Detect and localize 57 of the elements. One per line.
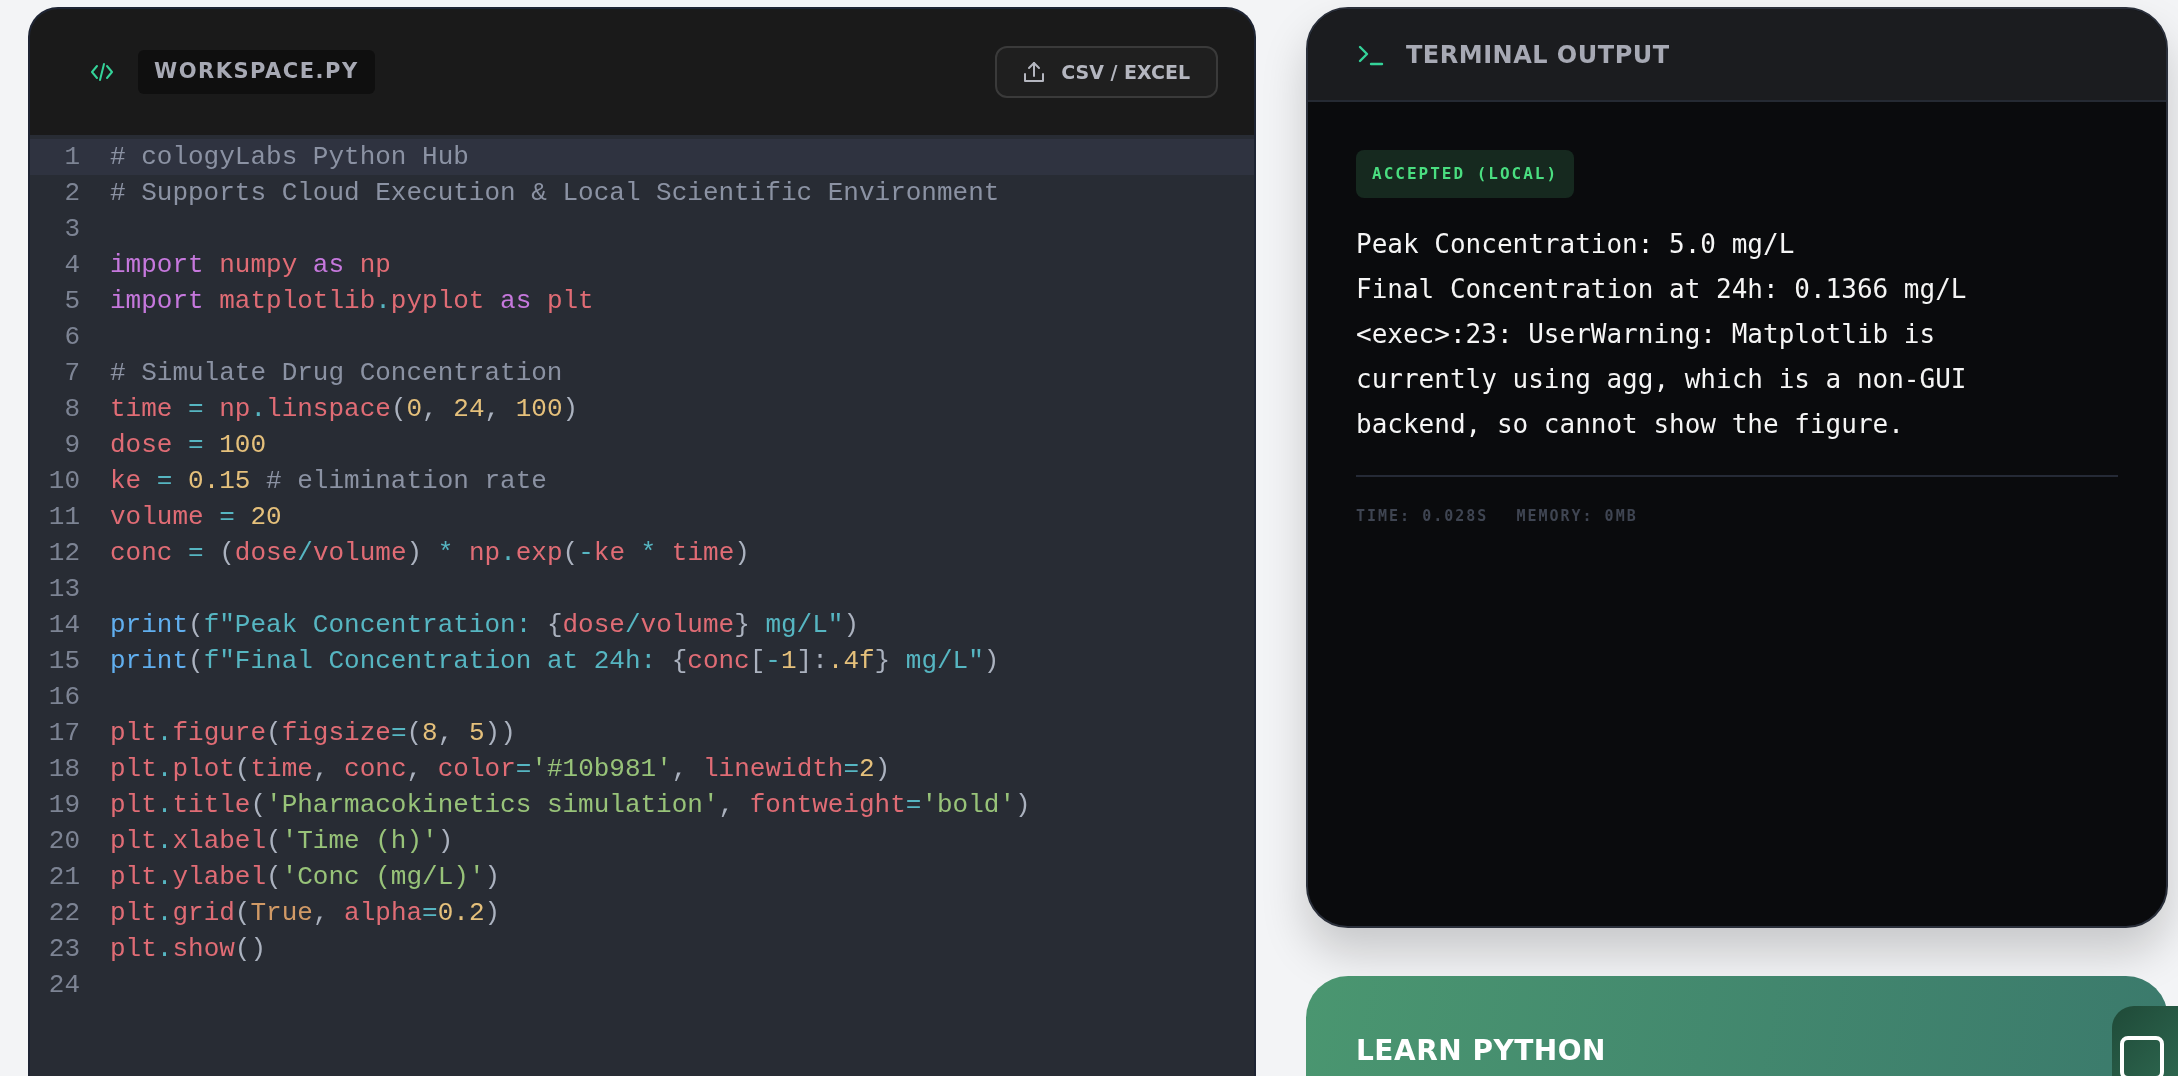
line-number: 7 [63,357,81,390]
code-line: # cologyLabs Python Hub [110,141,469,174]
run-stat: TIME: 0.028S [1356,506,1489,527]
status-badge: ACCEPTED (LOCAL) [1356,150,1575,198]
line-number: 8 [63,393,81,426]
line-number: 16 [47,681,81,714]
line-number: 2 [63,177,81,210]
export-button[interactable]: CSV / EXCEL [995,45,1218,99]
code-line: # Supports Cloud Execution & Local Scientific Environment [110,177,1000,210]
line-number: 6 [63,321,81,354]
upload-icon [1023,60,1046,84]
code-line: volume = 20 [110,501,282,534]
run-stat: MEMORY: 0MB [1516,506,1638,527]
code-line: plt.show() [110,933,267,966]
code-line: # Simulate Drug Concentration [110,357,563,390]
line-number: 12 [47,537,81,570]
output-text: <exec>:23: UserWarning: Matplotlib is currently using agg, which is a non-GUI backend, so cannot show the figure. [1356,318,1968,441]
line-number: 24 [47,969,81,1002]
line-number: 22 [47,897,81,930]
code-line: import numpy as np [110,249,391,282]
line-number: 10 [47,465,81,498]
code-line: plt.grid(True, alpha=0.2) [110,897,501,930]
code-line: conc = (dose/volume) * np.exp(-ke * time) [110,537,750,570]
code-line: print(f"Peak Concentration: {dose/volume} mg/L") [110,609,859,642]
code-line: time = np.linspace(0, 24, 100) [110,393,579,426]
line-number: 23 [47,933,81,966]
output-text: Final Concentration at 24h: 0.1366 mg/L [1356,273,1968,306]
code-line: plt.figure(figsize=(8, 5)) [110,717,516,750]
code-line: dose = 100 [110,429,267,462]
line-number: 9 [63,429,81,462]
code-line: plt.title('Pharmacokinetics simulation', fontweight='bold') [110,789,1031,822]
code-line: print(f"Final Concentration at 24h: {conc[-1]:.4f} mg/L") [110,645,1000,678]
code-line: plt.xlabel('Time (h)') [110,825,454,858]
line-number: 20 [47,825,81,858]
code-line: import matplotlib.pyplot as plt [110,285,594,318]
code-line: ke = 0.15 # elimination rate [110,465,547,498]
panel-title: TERMINAL OUTPUT [1406,39,1670,71]
card-title: LEARN PYTHON [1356,1033,1607,1069]
code-line: plt.plot(time, conc, color='#10b981', linewidth=2) [110,753,891,786]
line-number: 18 [47,753,81,786]
floating-button[interactable] [2112,1006,2178,1076]
line-number: 17 [47,717,81,750]
line-number: 4 [63,249,81,282]
line-number: 5 [63,285,81,318]
code-line: plt.ylabel('Conc (mg/L)') [110,861,501,894]
line-number: 14 [47,609,81,642]
code-icon [90,61,114,83]
line-number: 1 [63,141,81,174]
terminal-icon [1358,43,1384,66]
line-number: 11 [47,501,81,534]
line-number: 19 [47,789,81,822]
output-text: Peak Concentration: 5.0 mg/L [1356,228,1796,261]
file-name: WORKSPACE.PY [138,50,375,94]
line-number: 21 [47,861,81,894]
line-number: 3 [63,213,81,246]
line-number: 15 [47,645,81,678]
line-number: 13 [47,573,81,606]
